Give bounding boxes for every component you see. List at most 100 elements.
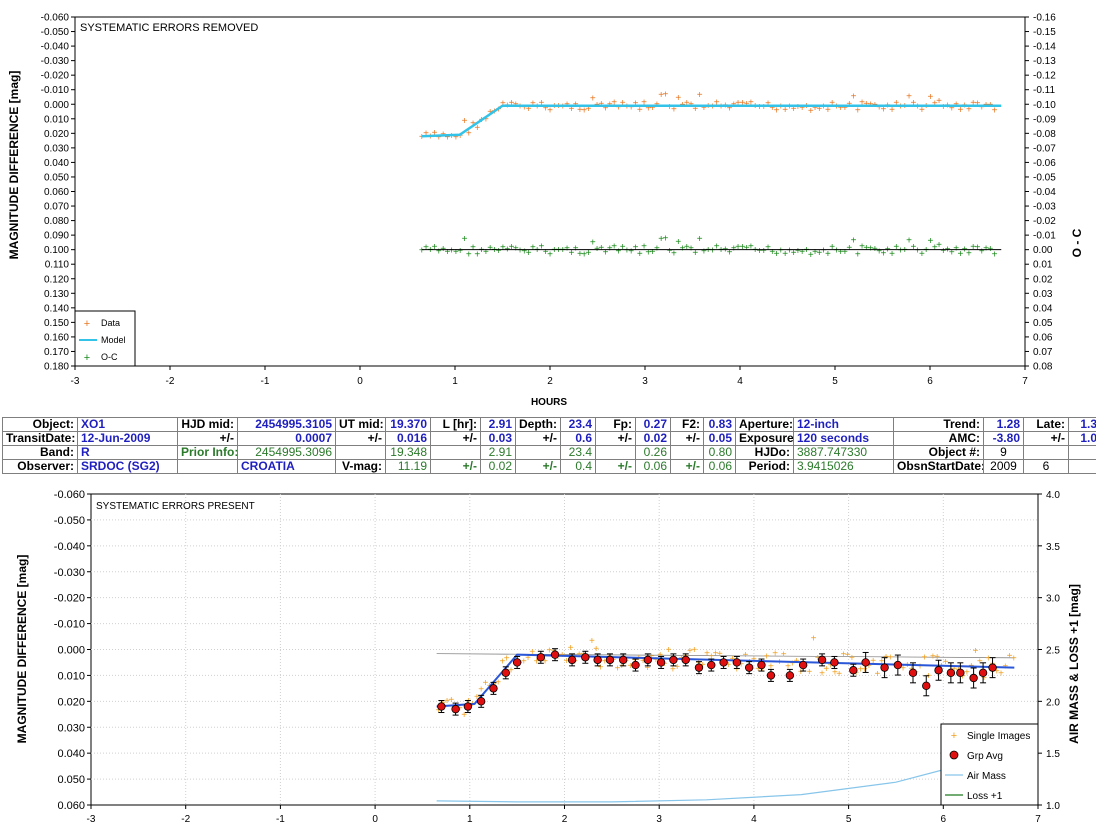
- info-cell: 0.26: [635, 445, 671, 460]
- bottom-y-tick-label: 0.000: [57, 645, 85, 657]
- top-y2-tick-label: -0.08: [1033, 129, 1056, 140]
- grp-avg-point: [605, 655, 615, 665]
- bottom-y-tick-label: -0.050: [54, 515, 85, 527]
- single-image-point: +: [875, 669, 881, 680]
- top-y2-tick-label: 0.04: [1033, 303, 1053, 314]
- grp-avg-point: [880, 663, 889, 672]
- bottom-legend: + Single Images Grp Avg Air Mass Loss +1: [940, 723, 1039, 806]
- top-y-tick-label: 0.040: [44, 158, 69, 169]
- top-y-tick-label: 0.100: [44, 245, 69, 256]
- info-cell: +/-: [595, 431, 636, 446]
- grp-avg-point: [512, 658, 522, 667]
- info-cell: +/-: [595, 459, 636, 474]
- top-x-tick-label: 1: [452, 376, 458, 387]
- legend-single-label: Single Images: [967, 731, 1030, 742]
- single-image-point: +: [781, 650, 787, 661]
- grp-avg-point: [946, 668, 956, 678]
- info-cell: 1.0: [1068, 431, 1096, 446]
- top-y2-tick-label: 0.08: [1033, 362, 1053, 373]
- info-cell: Object #:: [893, 445, 984, 460]
- grp-avg-point: [978, 668, 988, 678]
- bottom-x-tick-label: 4: [751, 814, 757, 825]
- info-cell: Object:: [2, 417, 78, 432]
- single-image-point: +: [593, 644, 599, 655]
- grp-avg-point: [536, 653, 546, 662]
- single-image-point: +: [870, 656, 876, 667]
- info-cell: Period:: [735, 459, 794, 474]
- data-point: +: [462, 116, 468, 127]
- info-cell: TransitDate:: [2, 431, 78, 446]
- info-cell: 0.06: [635, 459, 671, 474]
- info-cell: 0.02: [635, 431, 671, 446]
- legend-oc-label: O-C: [101, 352, 118, 362]
- info-cell: 19.370: [385, 417, 431, 432]
- info-cell: ObsnStartDate:: [893, 459, 984, 474]
- top-y2-tick-label: -0.13: [1033, 56, 1056, 67]
- single-image-point: +: [691, 645, 697, 656]
- top-y-tick-label: -0.040: [41, 42, 70, 53]
- info-cell: 0.05: [703, 431, 736, 446]
- top-y-tick-label: -0.030: [41, 56, 70, 67]
- top-y2-tick-label: -0.10: [1033, 100, 1056, 111]
- transit-info-table: Object: XO1 HJD mid: 2454995.3105 UT mid: 19.…: [2, 417, 1096, 477]
- info-cell: 0.06: [703, 459, 736, 474]
- info-cell: 2009: [983, 459, 1024, 474]
- top-y-tick-label: 0.020: [44, 129, 69, 140]
- top-y2-tick-label: 0.07: [1033, 347, 1053, 358]
- top-y-tick-label: 0.030: [44, 143, 69, 154]
- legend-grp-label: Grp Avg: [967, 751, 1003, 762]
- info-cell: AMC:: [893, 431, 984, 446]
- info-cell: 1.3: [1068, 417, 1096, 432]
- info-cell: HJDo:: [735, 445, 794, 460]
- grp-avg-point: [849, 666, 858, 675]
- info-cell: 0.02: [480, 459, 516, 474]
- top-y-tick-label: 0.160: [44, 332, 69, 343]
- info-cell: L [hr]:: [430, 417, 481, 432]
- bottom-x-tick-label: 2: [562, 814, 568, 825]
- top-y-tick-label: 0.060: [44, 187, 69, 198]
- info-cell: +/-: [177, 431, 238, 446]
- bottom-y-tick-label: 0.060: [57, 800, 85, 812]
- single-image-point: +: [461, 710, 467, 721]
- info-row: Observer: SRDOC (SG2) CROATIA V-mag: 11.19 +/…: [2, 459, 1096, 474]
- info-cell: 11.19: [385, 459, 431, 474]
- info-cell: 12-inch: [793, 417, 894, 432]
- bottom-x-tick-label: 3: [656, 814, 662, 825]
- bottom-y2-axis-label: AIR MASS & LOSS +1 [mag]: [1067, 584, 1081, 744]
- grp-avg-point: [451, 704, 460, 714]
- top-y-tick-label: 0.000: [44, 100, 69, 111]
- info-cell: +/-: [430, 459, 481, 474]
- top-y-tick-label: 0.050: [44, 172, 69, 183]
- info-cell: 120 seconds: [793, 431, 894, 446]
- info-row: TransitDate: 12-Jun-2009 +/- 0.0007 +/- 0.016…: [2, 431, 1096, 446]
- info-cell: Fp:: [595, 417, 636, 432]
- grp-avg-point: [956, 668, 965, 678]
- grp-avg-point: [798, 660, 808, 670]
- bottom-y-tick-label: -0.040: [54, 541, 85, 553]
- bottom-x-tick-label: -1: [276, 814, 285, 825]
- bottom-x-tick-label: 1: [467, 814, 473, 825]
- info-cell: UT mid:: [335, 417, 386, 432]
- info-cell: CROATIA: [237, 459, 336, 474]
- info-cell: F2:: [670, 417, 704, 432]
- info-cell: 6: [1023, 459, 1069, 474]
- info-cell: 0.0007: [237, 431, 336, 446]
- grp-avg-point: [619, 655, 628, 665]
- top-y2-tick-label: 0.01: [1033, 260, 1053, 271]
- info-cell: R: [77, 445, 178, 460]
- legend-data-marker: +: [84, 318, 90, 330]
- bottom-y2-tick-label: 1.0: [1046, 801, 1060, 812]
- grp-avg-point: [463, 702, 473, 711]
- info-cell: +/-: [515, 431, 561, 446]
- bottom-y-tick-label: -0.060: [54, 489, 85, 501]
- data-point: +: [992, 105, 998, 116]
- info-cell: [1068, 445, 1096, 460]
- top-y2-tick-label: 0.00: [1033, 245, 1053, 256]
- single-image-point: +: [921, 652, 927, 663]
- bottom-chart-title: SYSTEMATIC ERRORS PRESENT: [96, 501, 255, 512]
- grp-avg-point: [581, 653, 590, 662]
- top-y2-tick-label: -0.04: [1033, 187, 1056, 198]
- bottom-y-tick-label: 0.010: [57, 670, 85, 682]
- bottom-y-tick-label: 0.020: [57, 696, 85, 708]
- bottom-y2-tick-label: 4.0: [1046, 490, 1060, 501]
